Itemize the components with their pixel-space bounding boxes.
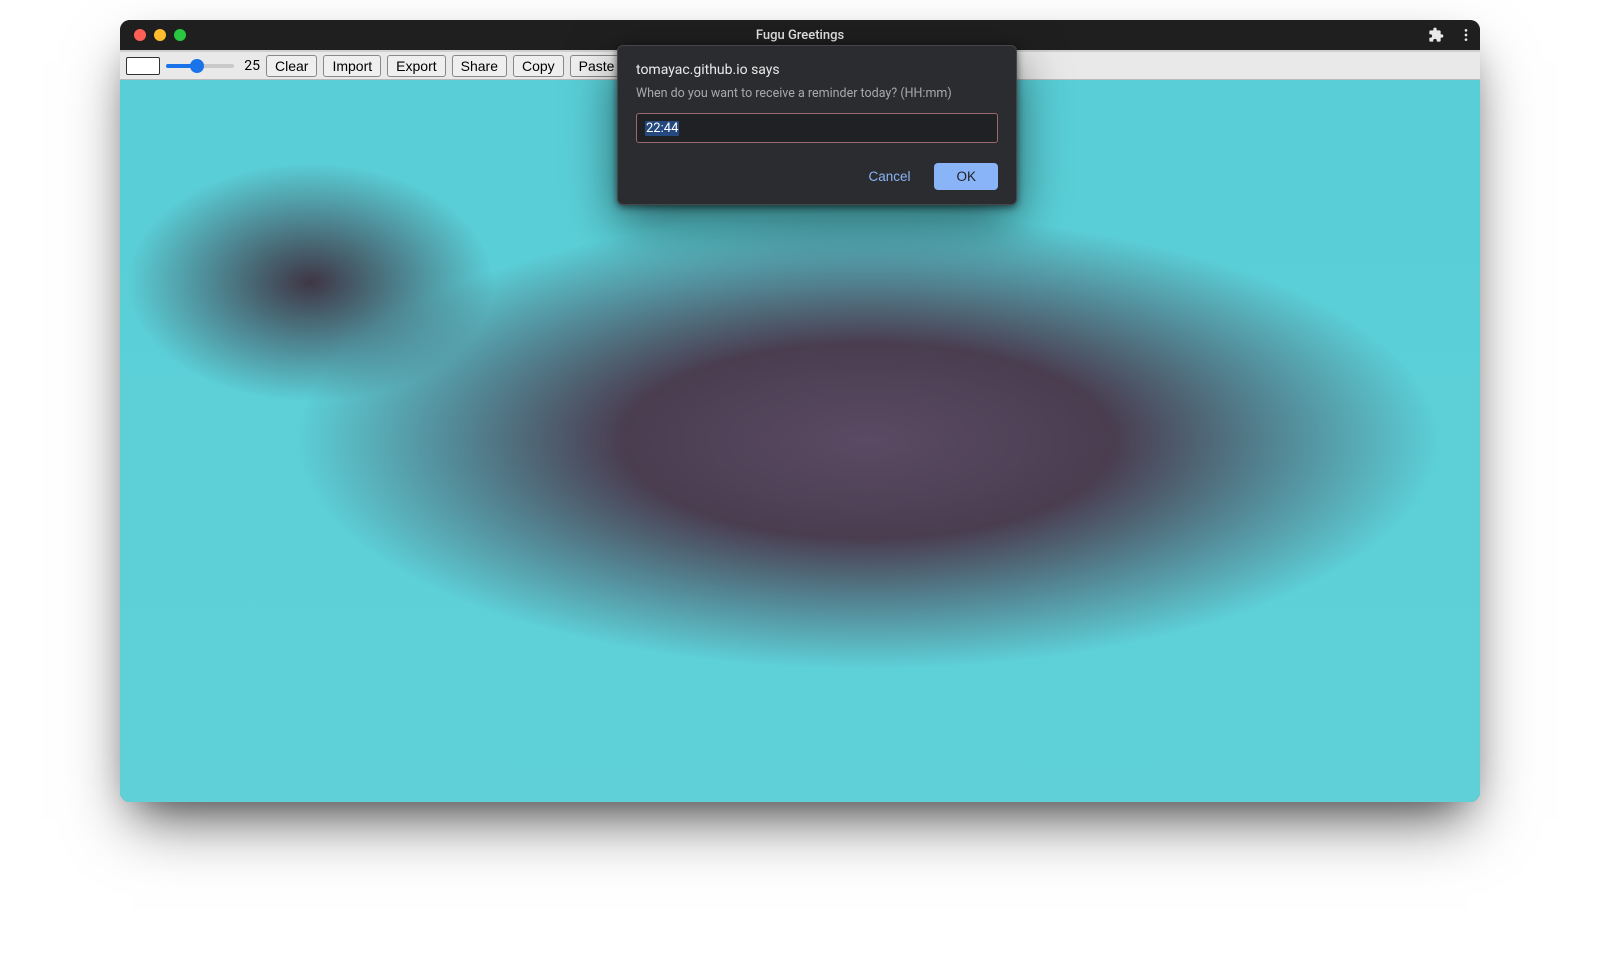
close-window-button[interactable] — [134, 29, 146, 41]
dialog-origin: tomayac.github.io says — [636, 62, 998, 78]
brush-size-value: 25 — [242, 58, 260, 74]
window-title: Fugu Greetings — [120, 28, 1480, 43]
ok-button[interactable]: OK — [934, 163, 998, 190]
app-window: Fugu Greetings 25 Clear Import Export Sh… — [120, 20, 1480, 802]
kebab-menu-icon[interactable] — [1458, 27, 1474, 43]
js-prompt-dialog: tomayac.github.io says When do you want … — [617, 45, 1017, 205]
slider-thumb[interactable] — [190, 59, 204, 73]
color-swatch[interactable] — [126, 57, 160, 75]
canvas-subject: pufferfish (fugu) — [1390, 783, 1470, 796]
cancel-button[interactable]: Cancel — [862, 165, 916, 188]
window-controls — [134, 29, 186, 41]
zoom-window-button[interactable] — [174, 29, 186, 41]
dialog-input-value: 22:44 — [645, 121, 679, 136]
dialog-buttons: Cancel OK — [636, 163, 998, 190]
minimize-window-button[interactable] — [154, 29, 166, 41]
clear-button[interactable]: Clear — [266, 55, 317, 77]
dialog-input[interactable]: 22:44 — [636, 113, 998, 143]
brush-size-slider[interactable] — [166, 57, 234, 75]
share-button[interactable]: Share — [452, 55, 507, 77]
export-button[interactable]: Export — [387, 55, 445, 77]
titlebar-right — [1428, 20, 1474, 50]
paste-button[interactable]: Paste — [570, 55, 624, 77]
copy-button[interactable]: Copy — [513, 55, 564, 77]
dialog-message: When do you want to receive a reminder t… — [636, 86, 998, 101]
import-button[interactable]: Import — [323, 55, 381, 77]
extensions-icon[interactable] — [1428, 27, 1444, 43]
